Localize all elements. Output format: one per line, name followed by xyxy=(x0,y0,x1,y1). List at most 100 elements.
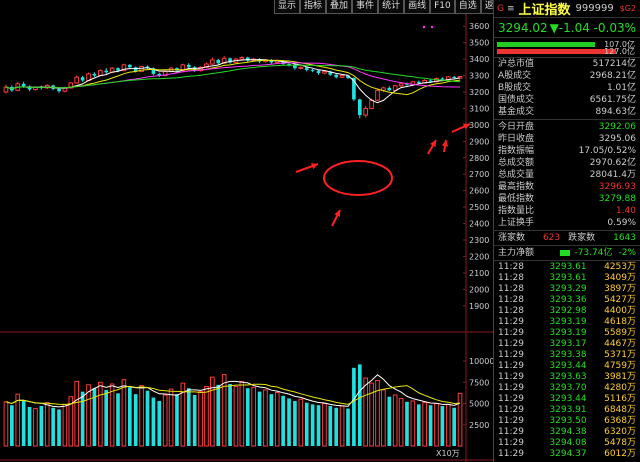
toolbar-button[interactable]: 叠加 xyxy=(326,0,353,14)
toolbar-button[interactable]: 画线 xyxy=(404,0,431,14)
market-tag: G xyxy=(497,3,504,14)
volume-bar xyxy=(269,394,274,446)
volume-bar xyxy=(175,394,179,446)
tick-volume: 6012万 xyxy=(604,449,636,459)
menu-icon[interactable]: ≡ xyxy=(507,4,515,14)
stat-label: 指数振幅 xyxy=(498,146,535,156)
price-tick-label: 1900 xyxy=(469,302,489,311)
quote-panel: G ≡ 上证指数 999999 $G2 3294.02 ▼-1.04 -0.03… xyxy=(493,0,640,462)
stat-value: 3295.06 xyxy=(598,134,636,144)
candle-body xyxy=(339,75,345,78)
candle-body xyxy=(363,107,369,116)
volume-bar xyxy=(233,386,239,447)
volume-bar xyxy=(133,394,138,446)
tick-row: 11:29 3293.44 4759万 xyxy=(494,361,640,372)
volume-bar xyxy=(422,402,427,447)
tick-volume: 6368万 xyxy=(604,416,636,426)
toolbar-button[interactable]: F10 xyxy=(430,0,455,14)
stat-row: 沪总市值 517214亿 xyxy=(494,58,640,70)
price-tick-label: 3300 xyxy=(469,72,489,81)
volume-bar xyxy=(27,406,32,446)
stat-label: 指数量比 xyxy=(498,206,535,216)
candle-body xyxy=(398,83,404,87)
volume-bar xyxy=(15,393,21,447)
volume-bar xyxy=(304,402,309,446)
tick-row: 11:28 3293.29 3897万 xyxy=(494,284,640,295)
kline-chart-area[interactable]: 3600 3500 3400 3300 3200 3100 3000 2900 2800 2700… xyxy=(0,14,493,462)
volume-bar xyxy=(127,387,132,446)
volume-bar xyxy=(51,407,55,446)
volume-bar xyxy=(57,409,61,446)
toolbar-button[interactable]: 事件 xyxy=(352,0,379,14)
price-tick-label: 3600 xyxy=(469,22,489,31)
tick-time: 11:28 xyxy=(498,306,524,316)
tick-row: 11:29 3294.37 6012万 xyxy=(494,449,640,460)
volume-bar xyxy=(251,386,256,447)
price-tick-label: 2000 xyxy=(469,285,489,294)
tick-row: 11:29 3293.70 4280万 xyxy=(494,383,640,394)
tick-time: 11:29 xyxy=(498,427,524,437)
price-tick-label: 2300 xyxy=(469,236,489,245)
volume-bar xyxy=(287,398,291,446)
toolbar-button[interactable]: 指标 xyxy=(300,0,327,14)
kline-chart[interactable]: 3600 3500 3400 3300 3200 3100 3000 2900 2800 2700… xyxy=(0,14,493,462)
volume-bar xyxy=(198,391,203,447)
tick-volume: 4618万 xyxy=(604,317,636,327)
volume-bar xyxy=(387,396,392,446)
price-tick-label: 3200 xyxy=(469,88,489,97)
tick-row: 11:28 3293.36 5427万 xyxy=(494,295,640,306)
candle-body xyxy=(440,78,445,80)
tick-time: 11:29 xyxy=(498,394,524,404)
price-tick-label: 2100 xyxy=(469,269,489,278)
stat-label: 总成交额 xyxy=(498,158,535,168)
toolbar-button[interactable]: 自选 xyxy=(454,0,481,14)
stat-value: 28041.4万 xyxy=(589,170,636,180)
stat-row: 上证换手 0.59% xyxy=(494,217,640,229)
tick-time: 11:29 xyxy=(498,350,524,360)
stat-label: 最低指数 xyxy=(498,194,535,204)
tick-volume: 5371万 xyxy=(604,350,636,360)
volume-bar xyxy=(310,404,315,446)
net-flow-row: 主力净额 -73.74亿 -2% xyxy=(494,247,640,259)
stat-value: 17.05/0.52% xyxy=(578,146,636,156)
tick-row: 11:29 3293.19 5589万 xyxy=(494,328,640,339)
stat-row: A股成交 2968.21亿 xyxy=(494,70,640,82)
volume-bar xyxy=(263,389,268,447)
volume-bar xyxy=(239,380,245,447)
volume-bar xyxy=(405,401,409,446)
tick-time: 11:29 xyxy=(498,317,524,327)
tick-price: 3294.08 xyxy=(549,438,587,448)
rise-count: 623 xyxy=(542,233,561,243)
volume-tick-label: 5000 xyxy=(469,400,489,409)
price-tick-label: 2600 xyxy=(469,187,489,196)
toolbar-button[interactable]: 显示 xyxy=(274,0,301,14)
stat-label: 沪总市值 xyxy=(498,59,535,69)
tick-list[interactable]: 11:28 3293.61 4253万 11:28 3293.61 3409万 11:28 3… xyxy=(494,262,640,460)
candle-body xyxy=(21,83,26,87)
toolbar-button[interactable]: 统计 xyxy=(378,0,405,14)
volume-bar xyxy=(121,379,127,447)
stat-row: 指数振幅 17.05/0.52% xyxy=(494,145,640,157)
stat-label: B股成交 xyxy=(498,83,532,93)
price-tick-label: 3400 xyxy=(469,55,489,64)
tick-volume: 3981万 xyxy=(604,372,636,382)
volume-bar xyxy=(322,403,327,447)
marker-dot xyxy=(422,25,426,29)
candle-body xyxy=(116,68,120,71)
stat-label: 总成交量 xyxy=(498,170,535,180)
price-change-pct: -0.03% xyxy=(593,20,636,35)
stat-row: 总成交额 2970.62亿 xyxy=(494,157,640,169)
price-change: ▼-1.04 xyxy=(549,20,590,35)
tick-volume: 6320万 xyxy=(604,427,636,437)
price-tick-label: 2800 xyxy=(469,154,489,163)
volume-bar xyxy=(410,400,416,447)
tick-volume: 5478万 xyxy=(604,438,636,448)
tick-price: 3293.61 xyxy=(549,262,587,272)
stat-value: 2968.21亿 xyxy=(589,71,636,81)
stat-value: 0.59% xyxy=(607,218,636,228)
volume-ma-line xyxy=(5,374,461,408)
tick-price: 3293.50 xyxy=(549,416,587,426)
tick-volume: 4280万 xyxy=(604,383,636,393)
tick-row: 11:28 3293.61 4253万 xyxy=(494,262,640,273)
stat-row: 基金成交 894.63亿 xyxy=(494,106,640,118)
